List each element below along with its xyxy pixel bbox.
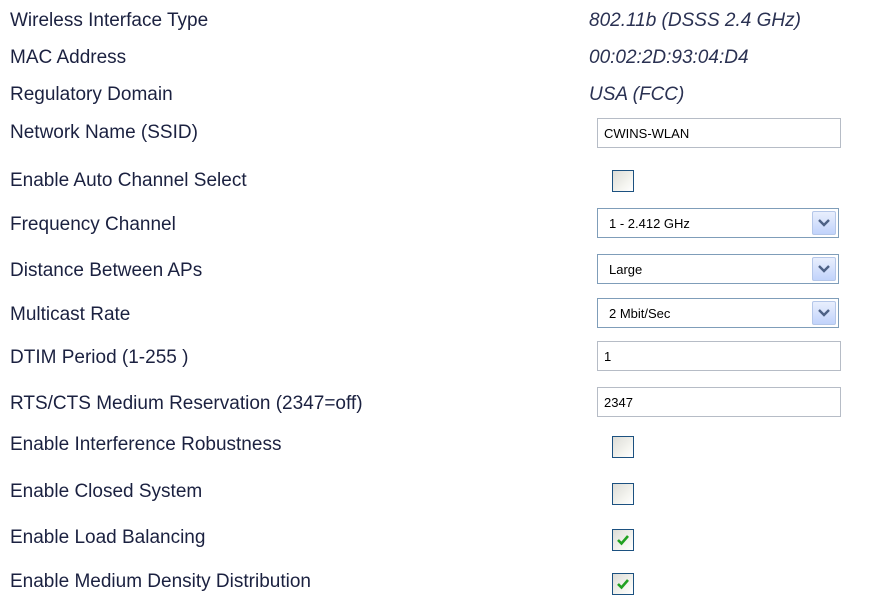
closed-system-label: Enable Closed System <box>10 481 203 502</box>
regulatory-domain-value: USA (FCC) <box>589 84 685 105</box>
chevron-down-icon[interactable] <box>812 257 836 281</box>
closed-system-checkbox[interactable] <box>612 483 634 505</box>
wireless-interface-type-label: Wireless Interface Type <box>10 10 209 31</box>
rts-cts-label: RTS/CTS Medium Reservation (2347=off) <box>10 393 363 414</box>
distance-between-aps-selected: Large <box>609 262 643 277</box>
auto-channel-select-label: Enable Auto Channel Select <box>10 170 247 191</box>
chevron-down-glyph <box>818 309 830 317</box>
interference-robustness-label: Enable Interference Robustness <box>10 434 282 455</box>
distance-between-aps-select[interactable]: Large <box>597 254 839 284</box>
chevron-down-glyph <box>818 265 830 273</box>
regulatory-domain-label: Regulatory Domain <box>10 84 173 105</box>
medium-density-distribution-label: Enable Medium Density Distribution <box>10 571 311 592</box>
chevron-down-glyph <box>818 219 830 227</box>
network-name-input[interactable] <box>597 118 841 148</box>
auto-channel-select-checkbox[interactable] <box>612 170 634 192</box>
interference-robustness-checkbox[interactable] <box>612 436 634 458</box>
network-name-label: Network Name (SSID) <box>10 122 198 143</box>
load-balancing-checkbox[interactable] <box>612 529 634 551</box>
dtim-period-label: DTIM Period (1-255 ) <box>10 347 189 368</box>
dtim-period-input[interactable] <box>597 341 841 371</box>
wireless-interface-type-value: 802.11b (DSSS 2.4 GHz) <box>589 10 801 31</box>
chevron-down-icon[interactable] <box>812 301 836 325</box>
mac-address-value: 00:02:2D:93:04:D4 <box>589 47 749 68</box>
chevron-down-icon[interactable] <box>812 211 836 235</box>
frequency-channel-select[interactable]: 1 - 2.412 GHz <box>597 208 839 238</box>
mac-address-label: MAC Address <box>10 47 127 68</box>
multicast-rate-label: Multicast Rate <box>10 304 131 325</box>
checkmark-icon <box>617 579 629 590</box>
distance-between-aps-label: Distance Between APs <box>10 260 203 281</box>
checkmark-icon <box>617 535 629 546</box>
medium-density-distribution-checkbox[interactable] <box>612 573 634 595</box>
load-balancing-label: Enable Load Balancing <box>10 527 206 548</box>
frequency-channel-label: Frequency Channel <box>10 214 176 235</box>
wireless-settings-form: Wireless Interface Type 802.11b (DSSS 2.… <box>0 0 880 595</box>
multicast-rate-selected: 2 Mbit/Sec <box>609 306 671 321</box>
frequency-channel-selected: 1 - 2.412 GHz <box>609 216 690 231</box>
rts-cts-input[interactable] <box>597 387 841 417</box>
multicast-rate-select[interactable]: 2 Mbit/Sec <box>597 298 839 328</box>
